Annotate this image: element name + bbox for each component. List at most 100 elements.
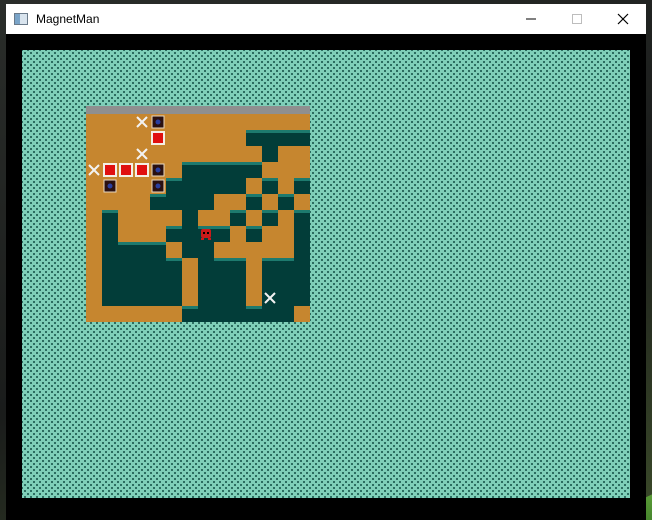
wall-tile	[198, 274, 214, 290]
wall-edge	[118, 242, 134, 245]
floor-tile	[150, 210, 166, 226]
wall-tile	[198, 290, 214, 306]
floor-tile	[134, 306, 150, 322]
wall-tile	[182, 178, 198, 194]
floor-tile	[134, 130, 150, 146]
wall-tile	[134, 290, 150, 306]
window-title: MagnetMan	[36, 12, 100, 26]
wall-tile	[262, 274, 278, 290]
wall-tile	[230, 274, 246, 290]
window-controls	[508, 4, 646, 34]
floor-tile	[294, 162, 310, 178]
wall-tile	[278, 306, 294, 322]
floor-tile	[278, 146, 294, 162]
game-canvas[interactable]	[22, 50, 630, 498]
floor-tile	[182, 130, 198, 146]
floor-tile	[102, 114, 118, 130]
wall-edge	[262, 210, 278, 213]
wall-edge	[134, 242, 150, 245]
floor-tile	[294, 114, 310, 130]
floor-tile	[262, 114, 278, 130]
floor-tile	[118, 226, 134, 242]
floor-tile	[278, 178, 294, 194]
floor-tile	[86, 258, 102, 274]
wall-tile	[166, 290, 182, 306]
app-window-icon	[14, 13, 28, 25]
floor-tile	[262, 226, 278, 242]
wall-tile	[214, 290, 230, 306]
floor-tile	[134, 226, 150, 242]
floor-tile	[246, 114, 262, 130]
wall-tile	[198, 306, 214, 322]
wall-edge	[294, 178, 310, 181]
floor-tile	[230, 242, 246, 258]
wall-tile	[214, 306, 230, 322]
player-foot-right	[208, 238, 211, 240]
floor-tile	[102, 130, 118, 146]
wall-edge	[246, 130, 262, 133]
floor-tile	[182, 114, 198, 130]
floor-tile	[118, 178, 134, 194]
floor-tile	[102, 146, 118, 162]
floor-tile	[86, 290, 102, 306]
floor-tile	[246, 290, 262, 306]
wall-edge	[166, 226, 182, 229]
floor-tile	[134, 210, 150, 226]
wall-edge	[150, 194, 166, 197]
floor-tile	[230, 114, 246, 130]
wall-tile	[198, 242, 214, 258]
floor-tile	[278, 226, 294, 242]
floor-tile	[134, 178, 150, 194]
floor-tile	[214, 194, 230, 210]
floor-tile	[166, 306, 182, 322]
wall-tile	[262, 146, 278, 162]
wall-edge	[182, 162, 198, 165]
maximize-button[interactable]	[554, 4, 600, 34]
floor-tile	[182, 274, 198, 290]
floor-tile	[278, 210, 294, 226]
wall-edge	[278, 258, 294, 261]
wall-tile	[182, 242, 198, 258]
wall-edge	[278, 130, 294, 133]
wall-tile	[102, 242, 118, 258]
wall-tile	[230, 178, 246, 194]
wall-tile	[134, 274, 150, 290]
wall-tile	[150, 258, 166, 274]
floor-tile	[118, 114, 134, 130]
floor-tile	[278, 114, 294, 130]
wall-edge	[214, 226, 230, 229]
floor-tile	[150, 306, 166, 322]
wall-tile	[198, 178, 214, 194]
floor-tile	[134, 194, 150, 210]
wall-edge	[294, 130, 310, 133]
minimize-button[interactable]	[508, 4, 554, 34]
floor-tile	[294, 146, 310, 162]
wall-edge	[230, 162, 246, 165]
floor-tile	[214, 130, 230, 146]
wall-tile	[294, 274, 310, 290]
socket-dot	[107, 183, 113, 189]
wall-edge	[246, 226, 262, 229]
wall-tile	[182, 210, 198, 226]
floor-tile	[230, 130, 246, 146]
wall-tile	[102, 290, 118, 306]
wall-tile	[230, 306, 246, 322]
title-bar[interactable]: MagnetMan	[6, 4, 646, 34]
wall-edge	[102, 210, 118, 213]
floor-tile	[118, 210, 134, 226]
wall-tile	[102, 274, 118, 290]
floor-tile	[150, 226, 166, 242]
socket-dot	[155, 183, 161, 189]
wall-tile	[214, 274, 230, 290]
socket-dot	[155, 119, 161, 125]
floor-tile	[86, 130, 102, 146]
floor-tile	[262, 194, 278, 210]
floor-tile	[198, 114, 214, 130]
wall-tile	[294, 290, 310, 306]
wall-tile	[198, 194, 214, 210]
player-eye-right	[207, 232, 209, 234]
floor-tile	[294, 306, 310, 322]
wall-tile	[230, 290, 246, 306]
floor-tile	[182, 146, 198, 162]
close-button[interactable]	[600, 4, 646, 34]
